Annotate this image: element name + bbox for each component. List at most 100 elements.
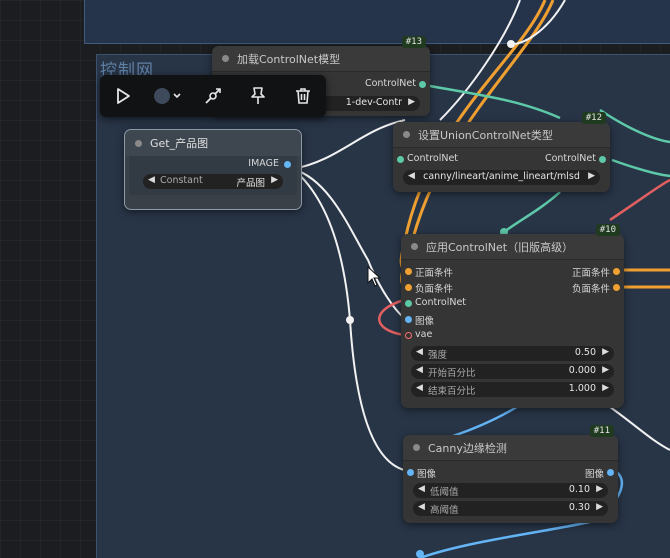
output-socket[interactable] xyxy=(613,284,620,291)
prev-arrow-icon[interactable]: ◀ xyxy=(416,347,423,357)
wire-controlnet-4 xyxy=(503,191,561,234)
widget-value: 0.000 xyxy=(568,365,596,376)
wire-reroute-mid xyxy=(346,316,354,324)
io-row-controlnet: ControlNet xyxy=(401,295,624,311)
widget-value: 产品图 xyxy=(236,178,265,189)
widget-label: Constant xyxy=(160,175,203,186)
output-label: 负面条件 xyxy=(571,284,610,295)
output-socket[interactable] xyxy=(419,81,426,88)
collapse-dot-icon[interactable] xyxy=(411,243,418,250)
widget-label: 结束百分比 xyxy=(428,386,476,397)
collapse-dot-icon[interactable] xyxy=(413,444,420,451)
next-arrow-icon[interactable]: ▶ xyxy=(408,97,415,107)
input-label: ControlNet xyxy=(415,297,467,308)
end-percent-widget[interactable]: ◀ 结束百分比 1.000 ▶ xyxy=(411,382,614,397)
node-apply-controlnet[interactable]: #10 应用ControlNet（旧版高级） 正面条件 正面条件 负面条件 负面… xyxy=(401,224,624,408)
node-header[interactable]: Canny边缘检测 xyxy=(403,435,618,461)
bypass-icon xyxy=(205,88,221,104)
widget-value: 0.10 xyxy=(568,484,590,495)
next-arrow-icon[interactable]: ▶ xyxy=(596,484,603,494)
prev-arrow-icon[interactable]: ◀ xyxy=(418,502,425,512)
pin-button[interactable] xyxy=(236,75,281,117)
node-id-badge: #11 xyxy=(589,425,614,437)
io-row-vae: vae xyxy=(401,327,624,343)
next-arrow-icon[interactable]: ▶ xyxy=(602,383,609,393)
input-socket[interactable] xyxy=(405,332,412,339)
high-threshold-widget[interactable]: ◀ 高阈值 0.30 ▶ xyxy=(413,501,608,516)
output-socket[interactable] xyxy=(613,268,620,275)
input-label: 图像 xyxy=(415,316,435,327)
type-select-widget[interactable]: ◀ canny/lineart/anime_lineart/mlsd ▶ xyxy=(403,170,600,185)
output-label: ControlNet xyxy=(544,153,596,164)
input-label: 正面条件 xyxy=(415,268,454,279)
prev-arrow-icon[interactable]: ◀ xyxy=(416,365,423,375)
output-row: IMAGE xyxy=(129,156,297,172)
next-arrow-icon[interactable]: ▶ xyxy=(602,347,609,357)
wire-image-1 xyxy=(292,119,406,170)
run-button[interactable] xyxy=(100,75,145,117)
widget-label: 高阈值 xyxy=(430,505,459,516)
strength-widget[interactable]: ◀ 强度 0.50 ▶ xyxy=(411,346,614,361)
collapse-dot-icon[interactable] xyxy=(403,131,410,138)
wire-reroute-top xyxy=(507,40,515,48)
prev-arrow-icon[interactable]: ◀ xyxy=(416,383,423,393)
input-socket[interactable] xyxy=(405,284,412,291)
prev-arrow-icon[interactable]: ◀ xyxy=(148,175,155,185)
node-id-badge: #13 xyxy=(401,36,426,48)
output-label: IMAGE xyxy=(248,158,279,169)
collapse-dot-icon[interactable] xyxy=(135,139,142,147)
node-set-union-controlnet-type[interactable]: #12 设置UnionControlNet类型 ControlNet Contr… xyxy=(393,112,610,192)
io-row: ControlNet ControlNet xyxy=(393,151,610,167)
low-threshold-widget[interactable]: ◀ 低阈值 0.10 ▶ xyxy=(413,483,608,498)
node-id-badge: #12 xyxy=(581,112,606,124)
output-label: 图像 xyxy=(584,469,604,480)
next-arrow-icon[interactable]: ▶ xyxy=(602,365,609,375)
widget-label: 开始百分比 xyxy=(428,368,476,379)
wire-vae-2 xyxy=(609,178,670,222)
output-label: ControlNet xyxy=(364,78,416,89)
widget-value: 1.000 xyxy=(568,383,596,394)
wire-white-top-2 xyxy=(511,0,566,46)
next-arrow-icon[interactable]: ▶ xyxy=(588,171,595,181)
node-title: Get_产品图 xyxy=(150,137,209,150)
input-socket[interactable] xyxy=(405,300,412,307)
io-row-image: 图像 xyxy=(401,311,624,327)
node-id-badge: #10 xyxy=(595,224,620,236)
mouse-cursor-icon xyxy=(367,266,381,287)
io-row-negative: 负面条件 负面条件 xyxy=(401,279,624,295)
input-socket[interactable] xyxy=(407,469,414,476)
delete-button[interactable] xyxy=(281,75,326,117)
wire-controlnet-2 xyxy=(611,158,670,178)
node-canny-edge-detection[interactable]: #11 Canny边缘检测 图像 图像 ◀ 低阈值 0.10 ▶ ◀ 高阈值 0… xyxy=(403,425,618,523)
node-get-image[interactable]: Get_产品图 IMAGE ◀ Constant 产品图 ▶ xyxy=(124,129,302,210)
widget-value: 0.30 xyxy=(568,502,590,513)
wire-reroute-blue xyxy=(416,550,424,558)
widget-label: 强度 xyxy=(428,350,448,361)
node-title: 设置UnionControlNet类型 xyxy=(418,128,553,142)
output-socket[interactable] xyxy=(284,161,291,168)
next-arrow-icon[interactable]: ▶ xyxy=(596,502,603,512)
selection-toolbar xyxy=(100,75,326,117)
output-socket[interactable] xyxy=(599,156,606,163)
bypass-button[interactable] xyxy=(190,75,235,117)
node-header[interactable]: 设置UnionControlNet类型 xyxy=(393,122,610,148)
next-arrow-icon[interactable]: ▶ xyxy=(271,175,278,185)
color-picker-button[interactable] xyxy=(145,75,190,117)
input-label: 图像 xyxy=(417,469,437,480)
constant-widget[interactable]: ◀ Constant 产品图 ▶ xyxy=(143,174,283,189)
io-row-positive: 正面条件 正面条件 xyxy=(401,263,624,279)
input-socket[interactable] xyxy=(397,156,404,163)
color-circle-icon xyxy=(153,88,181,104)
input-label: ControlNet xyxy=(407,153,459,164)
node-header[interactable]: 加载ControlNet模型 xyxy=(212,46,430,72)
io-row: 图像 图像 xyxy=(403,464,618,480)
collapse-dot-icon[interactable] xyxy=(222,55,229,62)
input-socket[interactable] xyxy=(405,316,412,323)
node-title: 加载ControlNet模型 xyxy=(237,52,341,66)
node-header[interactable]: 应用ControlNet（旧版高级） xyxy=(401,234,624,260)
node-header[interactable]: Get_产品图 xyxy=(125,130,301,156)
input-socket[interactable] xyxy=(405,268,412,275)
output-socket[interactable] xyxy=(607,469,614,476)
start-percent-widget[interactable]: ◀ 开始百分比 0.000 ▶ xyxy=(411,364,614,379)
prev-arrow-icon[interactable]: ◀ xyxy=(418,484,425,494)
